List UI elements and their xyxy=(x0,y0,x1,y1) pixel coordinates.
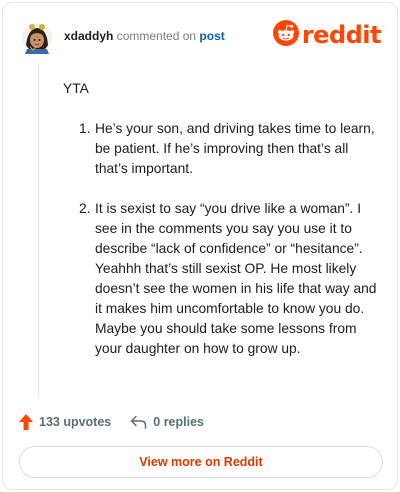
action-text: commented on xyxy=(116,29,197,43)
replies-button[interactable]: 0 replies xyxy=(130,415,204,429)
comment-list: 1. He’s your son, and driving takes time… xyxy=(63,119,381,359)
post-link[interactable]: post xyxy=(199,29,224,43)
avatar[interactable] xyxy=(19,17,55,55)
list-item-text: It is sexist to say “you drive like a wo… xyxy=(95,201,377,356)
comment-meta: xdaddyh commented on post xyxy=(64,29,225,43)
reddit-wordmark: reddit xyxy=(301,21,382,49)
list-item: 2. It is sexist to say “you drive like a… xyxy=(63,199,381,359)
username-link[interactable]: xdaddyh xyxy=(64,29,113,43)
comment-embed-card: xdaddyh commented on post reddit YTA 1. … xyxy=(2,2,398,490)
reply-count: 0 replies xyxy=(153,415,204,429)
comment-header: xdaddyh commented on post reddit xyxy=(19,17,382,57)
reply-arrow-icon xyxy=(130,415,147,429)
comment-body: YTA 1. He’s your son, and driving takes … xyxy=(63,79,381,379)
thread-line xyxy=(38,63,39,398)
list-item-number: 1. xyxy=(79,121,91,136)
comment-actions: 133 upvotes 0 replies xyxy=(19,411,204,433)
list-item-number: 2. xyxy=(79,201,91,216)
list-item: 1. He’s your son, and driving takes time… xyxy=(63,119,381,179)
upvote-count: 133 upvotes xyxy=(39,415,112,429)
upvote-button[interactable]: 133 upvotes xyxy=(19,414,111,430)
view-more-button[interactable]: View more on Reddit xyxy=(19,446,383,478)
reddit-snoo-icon xyxy=(272,19,299,51)
comment-intro: YTA xyxy=(63,81,89,96)
reddit-logo[interactable]: reddit xyxy=(272,19,382,51)
upvote-arrow-icon xyxy=(19,414,33,430)
list-item-text: He’s your son, and driving takes time to… xyxy=(95,121,375,176)
